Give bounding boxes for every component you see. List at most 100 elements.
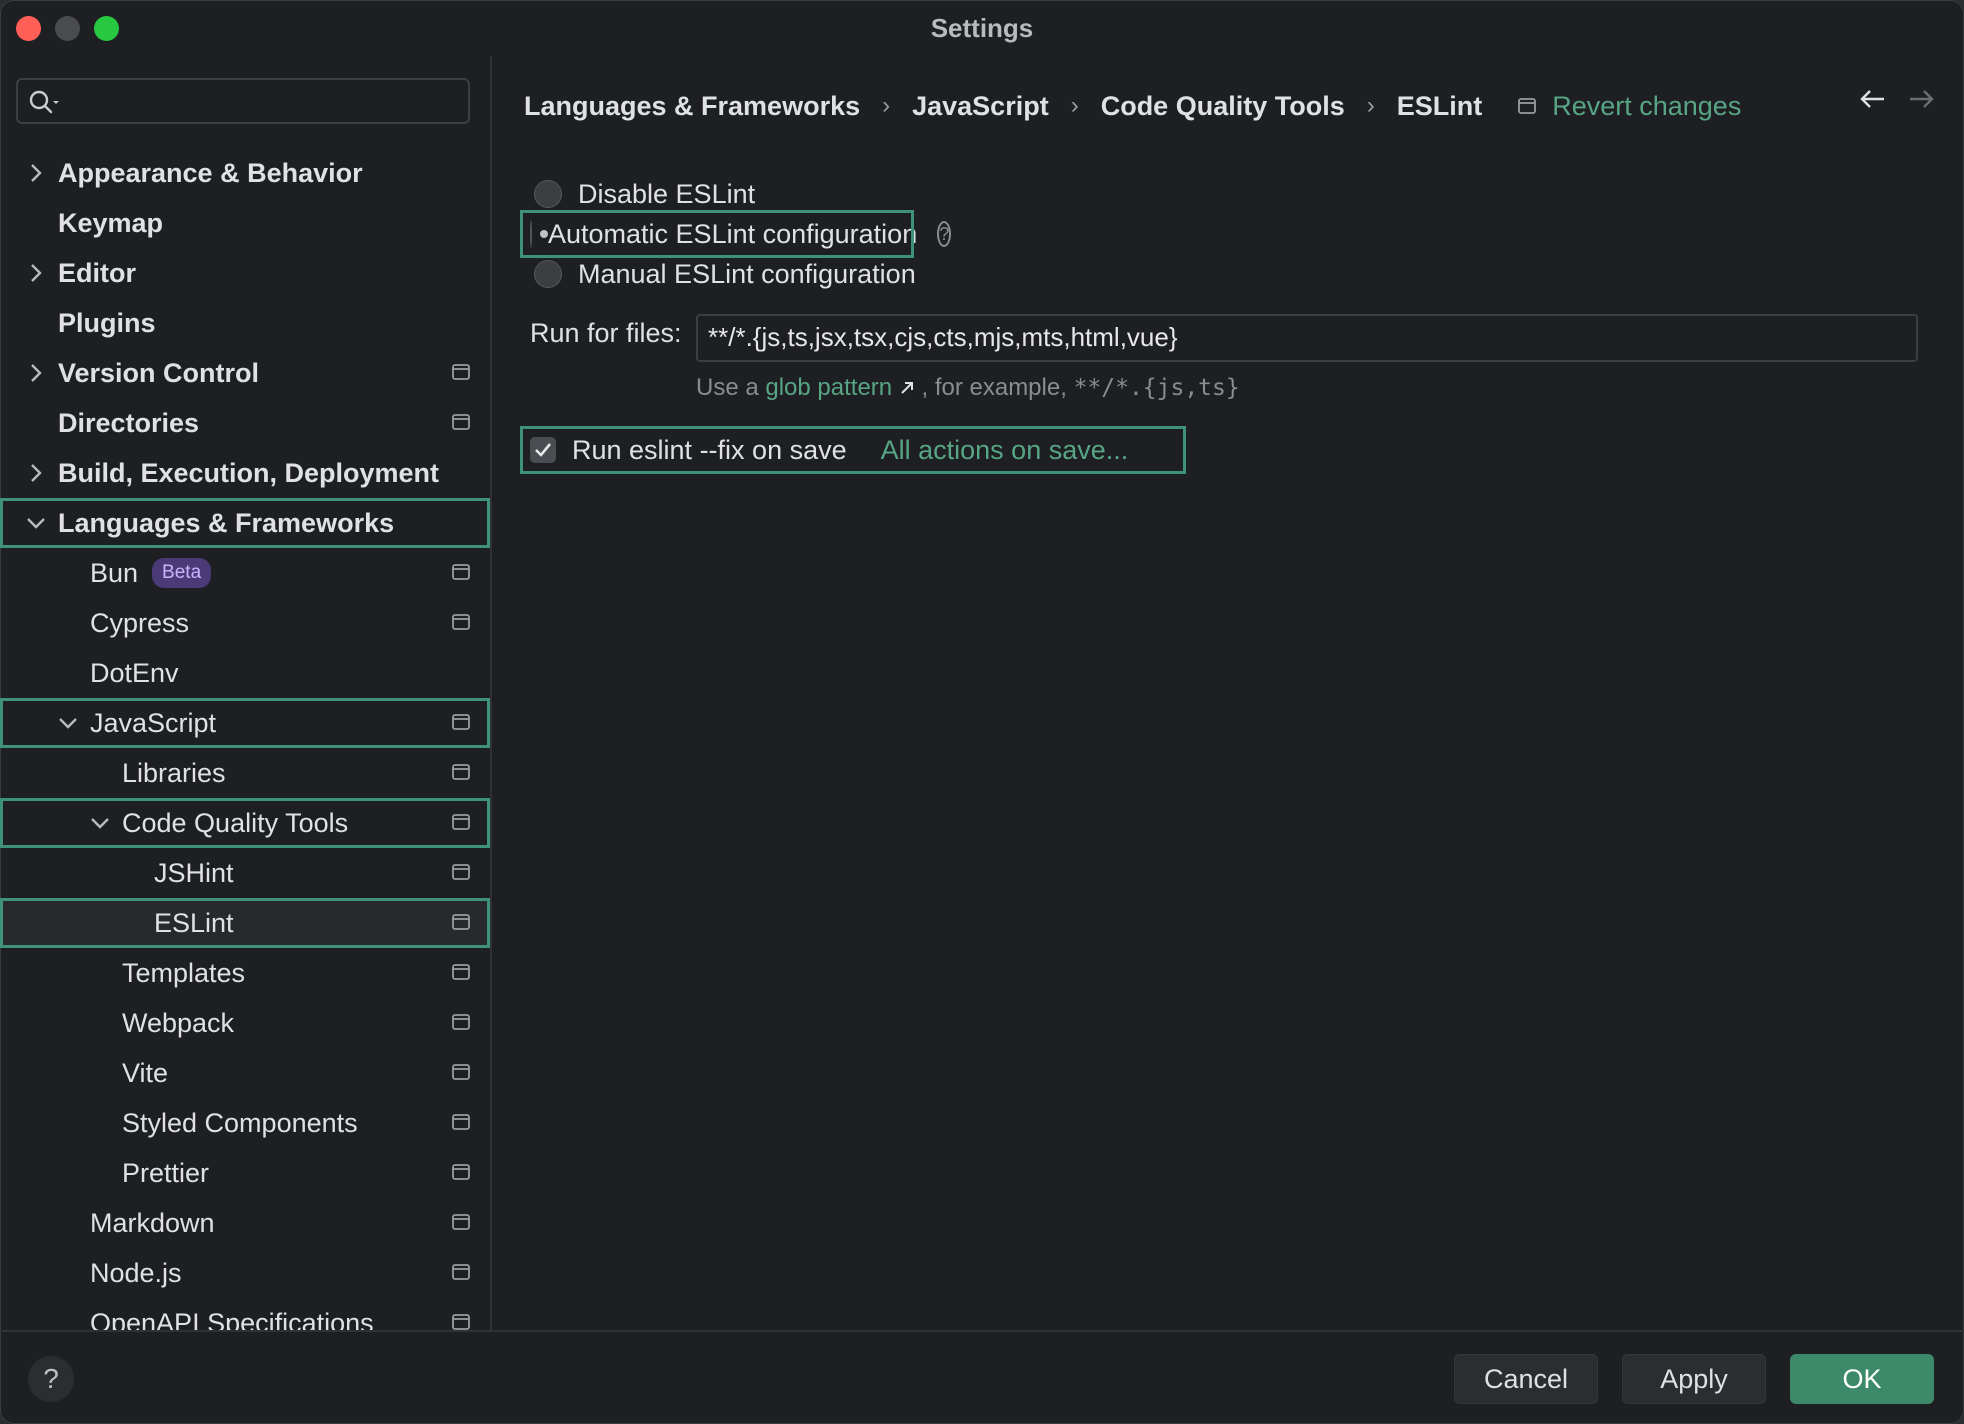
sidebar-item-dotenv[interactable]: DotEnv [0, 648, 490, 698]
sidebar-item-label: Directories [58, 407, 200, 438]
project-level-icon [452, 714, 470, 730]
maximize-window-button[interactable] [94, 16, 119, 41]
sidebar-item-prettier[interactable]: Prettier [0, 1148, 490, 1198]
cancel-button[interactable]: Cancel [1454, 1354, 1598, 1404]
radio-button-selected[interactable] [530, 220, 548, 248]
checkbox-checked[interactable] [530, 437, 556, 463]
project-level-icon [452, 1064, 470, 1080]
hint-example: **/*.{js,ts} [1073, 375, 1240, 401]
project-level-icon [452, 1164, 470, 1180]
sidebar-item-plugins[interactable]: Plugins [0, 298, 490, 348]
sidebar-item-label: Templates [122, 957, 246, 988]
sidebar-item-version-control[interactable]: Version Control [0, 348, 490, 398]
project-level-icon [452, 364, 470, 380]
sidebar-item-nodejs[interactable]: Node.js [0, 1248, 490, 1298]
sidebar-item-label: Build, Execution, Deployment [58, 457, 440, 488]
sidebar-item-label: Prettier [122, 1157, 210, 1188]
sidebar-item-webpack[interactable]: Webpack [0, 998, 490, 1048]
chevron-down-icon[interactable] [58, 713, 78, 733]
option-label: Automatic ESLint configuration [548, 218, 918, 249]
chevron-right-icon[interactable] [26, 363, 46, 383]
sidebar-item-templates[interactable]: Templates [0, 948, 490, 998]
sidebar-item-bun[interactable]: Bun Beta [0, 548, 490, 598]
forward-arrow-icon[interactable] [1908, 88, 1936, 110]
manual-eslint-option[interactable]: Manual ESLint configuration [524, 250, 916, 298]
sidebar-item-javascript[interactable]: JavaScript [0, 698, 490, 748]
help-icon[interactable]: ? [937, 221, 952, 247]
breadcrumb-separator: › [1070, 92, 1079, 119]
settings-content: Languages & Frameworks › JavaScript › Co… [492, 56, 1964, 1330]
sidebar-item-label: ESLint [154, 907, 234, 938]
sidebar-item-label: DotEnv [90, 657, 179, 688]
project-level-icon [452, 1314, 470, 1330]
beta-badge: Beta [152, 558, 212, 588]
breadcrumb-item-current: ESLint [1396, 90, 1483, 121]
breadcrumb-item[interactable]: Languages & Frameworks [524, 91, 860, 122]
project-level-icon [452, 614, 470, 630]
all-actions-on-save-link[interactable]: All actions on save... [881, 435, 1129, 466]
radio-button[interactable] [534, 180, 562, 208]
project-level-icon [452, 564, 470, 580]
project-level-icon [1518, 98, 1537, 114]
sidebar-item-label: Plugins [58, 307, 156, 338]
apply-button[interactable]: Apply [1622, 1354, 1766, 1404]
chevron-down-icon[interactable] [26, 513, 46, 533]
run-for-files-label: Run for files: [530, 318, 682, 348]
glob-pattern-link[interactable]: glob pattern [765, 374, 892, 401]
search-input[interactable] [16, 78, 470, 124]
chevron-down-icon[interactable] [90, 813, 110, 833]
dialog-footer: ? Cancel Apply OK [0, 1330, 1964, 1424]
search-icon [29, 90, 59, 114]
chevron-right-icon[interactable] [26, 463, 46, 483]
help-button[interactable]: ? [28, 1356, 74, 1402]
navigation-arrows [1858, 88, 1936, 110]
back-arrow-icon[interactable] [1858, 88, 1886, 110]
option-label: Disable ESLint [578, 178, 756, 209]
sidebar-item-eslint[interactable]: ESLint [0, 898, 490, 948]
project-level-icon [452, 914, 470, 930]
settings-window: Settings Appearance & Behavior Keymap Ed… [0, 0, 1964, 1424]
chevron-right-icon[interactable] [26, 163, 46, 183]
sidebar-item-appearance-behavior[interactable]: Appearance & Behavior [0, 148, 490, 198]
breadcrumb-item[interactable]: JavaScript [912, 91, 1049, 122]
sidebar-item-label: Bun [90, 557, 139, 588]
sidebar-item-label: Libraries [122, 757, 226, 788]
sidebar-item-label: JSHint [154, 857, 234, 888]
breadcrumb-item[interactable]: Code Quality Tools [1101, 91, 1345, 122]
sidebar-item-languages-frameworks[interactable]: Languages & Frameworks [0, 498, 490, 548]
ok-button[interactable]: OK [1790, 1354, 1934, 1404]
sidebar-item-directories[interactable]: Directories [0, 398, 490, 448]
sidebar-item-build-execution-deployment[interactable]: Build, Execution, Deployment [0, 448, 490, 498]
revert-changes-link[interactable]: Revert changes [1518, 91, 1741, 122]
project-level-icon [452, 964, 470, 980]
sidebar-item-openapi-specifications[interactable]: OpenAPI Specifications [0, 1298, 490, 1330]
project-level-icon [452, 1264, 470, 1280]
project-level-icon [452, 864, 470, 880]
sidebar-item-keymap[interactable]: Keymap [0, 198, 490, 248]
title-bar: Settings [0, 0, 1964, 56]
close-window-button[interactable] [16, 16, 41, 41]
breadcrumb-separator: › [882, 92, 891, 119]
sidebar-item-cypress[interactable]: Cypress [0, 598, 490, 648]
revert-changes-label: Revert changes [1552, 90, 1742, 121]
sidebar-item-libraries[interactable]: Libraries [0, 748, 490, 798]
run-for-files-input[interactable]: **/*.{js,ts,jsx,tsx,cjs,cts,mjs,mts,html… [696, 314, 1918, 362]
checkmark-icon [535, 443, 552, 457]
window-title: Settings [930, 12, 1034, 43]
sidebar-item-jshint[interactable]: JSHint [0, 848, 490, 898]
sidebar-item-markdown[interactable]: Markdown [0, 1198, 490, 1248]
radio-button[interactable] [534, 260, 562, 288]
window-controls [16, 16, 119, 41]
project-level-icon [452, 1014, 470, 1030]
sidebar-item-vite[interactable]: Vite [0, 1048, 490, 1098]
sidebar-item-code-quality-tools[interactable]: Code Quality Tools [0, 798, 490, 848]
chevron-right-icon[interactable] [26, 263, 46, 283]
sidebar-item-label: Editor [58, 257, 136, 288]
minimize-window-button[interactable] [55, 16, 80, 41]
fix-on-save-option[interactable]: Run eslint --fix on save All actions on … [520, 426, 1186, 474]
sidebar-item-editor[interactable]: Editor [0, 248, 490, 298]
hint-middle: , for example, [921, 374, 1067, 401]
project-level-icon [452, 1114, 470, 1130]
project-level-icon [452, 764, 470, 780]
sidebar-item-styled-components[interactable]: Styled Components [0, 1098, 490, 1148]
